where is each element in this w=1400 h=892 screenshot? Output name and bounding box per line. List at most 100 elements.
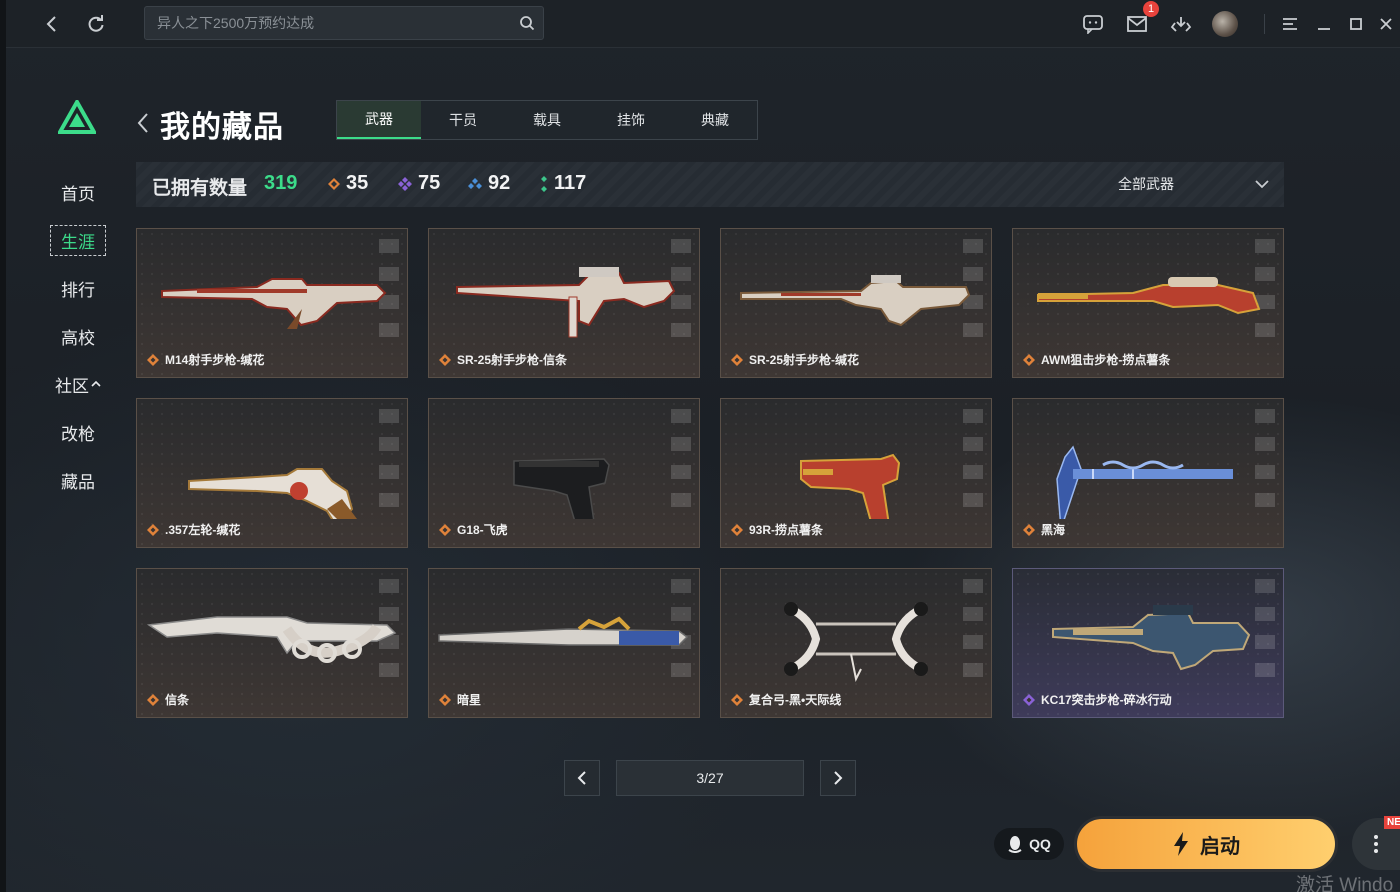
chevron-up-icon <box>91 380 101 387</box>
mail-button[interactable]: 1 <box>1121 1 1159 40</box>
collection-item-card[interactable]: 黑海 <box>1012 398 1284 548</box>
orange-diamond-icon <box>439 693 451 706</box>
collection-item-card[interactable]: .357左轮-缄花 <box>136 398 408 548</box>
download-button[interactable] <box>1165 8 1197 40</box>
weapon-filter-dropdown[interactable]: 全部武器 <box>1118 174 1270 194</box>
collection-item-card[interactable]: KC17突击步枪-碎冰行动 <box>1012 568 1284 718</box>
sidebar-item-label: 生涯 <box>50 224 106 256</box>
weapon-image <box>146 616 397 663</box>
orange-diamond-icon <box>328 177 340 190</box>
orange-diamond-icon <box>1023 523 1035 536</box>
qq-login-button[interactable]: QQ <box>994 828 1064 860</box>
orange-diamond-icon <box>731 693 743 706</box>
collection-item-card[interactable]: SR-25射手步枪-信条 <box>428 228 700 378</box>
sidebar-item-community[interactable]: 社区 <box>46 360 110 408</box>
item-name-label: SR-25射手步枪-缄花 <box>749 353 860 367</box>
minimize-button[interactable] <box>1308 8 1340 40</box>
maximize-button[interactable] <box>1340 8 1372 40</box>
mail-icon <box>1127 16 1147 32</box>
sidebar-item-school[interactable]: 高校 <box>46 312 110 360</box>
sidebar-item-label: 首页 <box>61 184 95 204</box>
tab-operators[interactable]: 干员 <box>421 101 505 139</box>
collection-item-card[interactable]: AWM狙击步枪-捞点薯条 <box>1012 228 1284 378</box>
sidebar-item-career[interactable]: 生涯 <box>46 216 110 264</box>
weapon-image <box>1052 605 1251 671</box>
tab-charms[interactable]: 挂饰 <box>589 101 673 139</box>
collection-item-card[interactable]: M14射手步枪-缄花 <box>136 228 408 378</box>
chevron-right-icon <box>834 771 843 785</box>
app-logo-icon[interactable] <box>58 100 96 134</box>
sidebar-item-label: 社区 <box>55 376 89 396</box>
collection-item-card[interactable]: G18-飞虎 <box>428 398 700 548</box>
launch-label: 启动 <box>1200 835 1240 858</box>
weapon-image <box>1056 445 1233 519</box>
weapon-image <box>456 267 676 338</box>
mail-badge: 1 <box>1143 1 1159 17</box>
page-title: 我的藏品 <box>160 111 284 144</box>
category-tabs: 武器 干员 载具 挂饰 典藏 <box>336 100 758 140</box>
top-bar: 1 <box>6 0 1400 48</box>
item-name: .357左轮-缄花 <box>147 521 240 538</box>
prev-page-button[interactable] <box>564 760 600 796</box>
purple-diamond-icon <box>1023 693 1035 706</box>
collection-item-card[interactable]: SR-25射手步枪-缄花 <box>720 228 992 378</box>
sidebar-item-label: 改枪 <box>61 424 95 444</box>
qq-label: QQ <box>1029 836 1051 852</box>
item-name-label: 信条 <box>165 693 190 707</box>
sidebar-item-collection[interactable]: 藏品 <box>46 456 110 504</box>
chevron-left-icon <box>577 771 586 785</box>
back-button[interactable] <box>36 8 68 40</box>
filter-label: 全部武器 <box>1118 176 1174 192</box>
collection-item-card[interactable]: 93R-捞点薯条 <box>720 398 992 548</box>
weapon-image <box>161 278 387 329</box>
chat-button[interactable] <box>1077 8 1109 40</box>
avatar[interactable] <box>1212 11 1238 37</box>
close-button[interactable] <box>1370 8 1400 40</box>
tab-collectibles[interactable]: 典藏 <box>673 101 757 139</box>
purple-diamond-icon <box>398 176 412 191</box>
item-name-label: KC17突击步枪-碎冰行动 <box>1041 693 1172 707</box>
search-input[interactable] <box>145 7 543 39</box>
weapon-image <box>513 458 610 519</box>
orange-diamond-icon <box>147 693 159 706</box>
item-name: 93R-捞点薯条 <box>731 521 823 538</box>
weapon-image <box>188 468 357 519</box>
item-name-label: M14射手步枪-缄花 <box>165 353 265 367</box>
stat-purple: 75 <box>398 172 440 195</box>
item-name-label: AWM狙击步枪-捞点薯条 <box>1041 353 1171 367</box>
sidebar-item-home[interactable]: 首页 <box>46 168 110 216</box>
stat-blue: 92 <box>468 172 510 195</box>
tab-weapons[interactable]: 武器 <box>337 101 421 139</box>
lightning-icon <box>1174 832 1188 856</box>
item-name-label: SR-25射手步枪-信条 <box>457 353 568 367</box>
collection-item-card[interactable]: 暗星 <box>428 568 700 718</box>
item-name: SR-25射手步枪-信条 <box>439 351 567 368</box>
item-name: 黑海 <box>1023 521 1065 538</box>
sidebar-item-ranking[interactable]: 排行 <box>46 264 110 312</box>
launch-button[interactable]: 启动 <box>1074 816 1338 872</box>
activation-watermark: 激活 Windo <box>1296 875 1394 892</box>
sidebar-item-label: 排行 <box>61 280 95 300</box>
sidebar-item-gunsmith[interactable]: 改枪 <box>46 408 110 456</box>
stat-value: 75 <box>418 172 441 194</box>
chevron-left-icon <box>46 16 56 32</box>
stat-orange: 35 <box>328 172 368 195</box>
menu-icon <box>1283 18 1297 30</box>
weapon-image <box>438 616 689 646</box>
menu-button[interactable] <box>1274 8 1306 40</box>
item-name-label: 复合弓-黑•天际线 <box>749 693 842 707</box>
collection-item-card[interactable]: 信条 <box>136 568 408 718</box>
item-name: 信条 <box>147 691 189 708</box>
orange-diamond-icon <box>1023 353 1035 366</box>
item-name: 暗星 <box>439 691 481 708</box>
search-icon[interactable] <box>519 15 535 31</box>
page-back-icon[interactable] <box>134 110 152 136</box>
maximize-icon <box>1350 18 1362 30</box>
next-page-button[interactable] <box>820 760 856 796</box>
refresh-button[interactable] <box>80 8 112 40</box>
weapon-image <box>800 453 901 519</box>
tab-vehicles[interactable]: 载具 <box>505 101 589 139</box>
collection-item-card[interactable]: 复合弓-黑•天际线 <box>720 568 992 718</box>
orange-diamond-icon <box>731 353 743 366</box>
stat-value: 35 <box>346 172 369 194</box>
